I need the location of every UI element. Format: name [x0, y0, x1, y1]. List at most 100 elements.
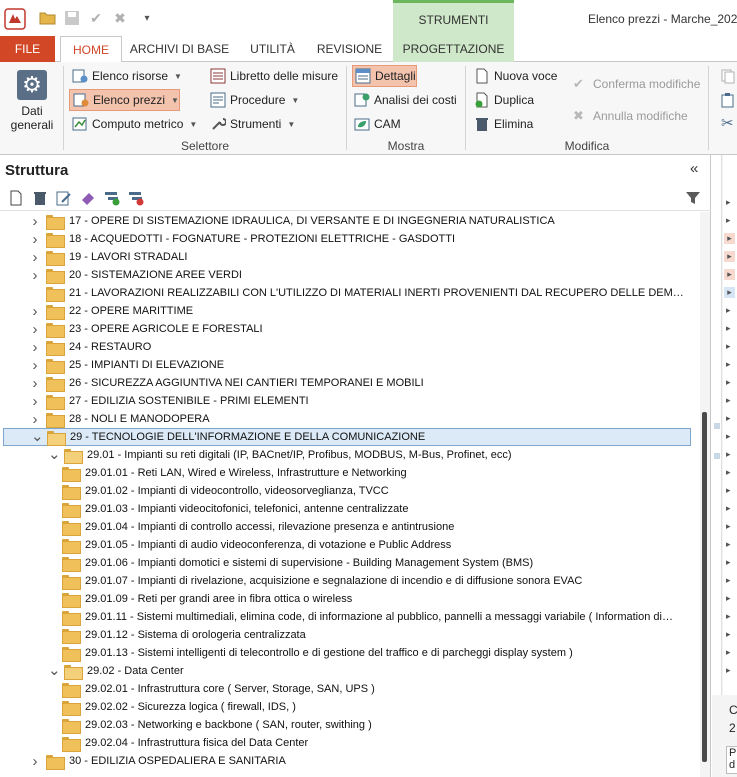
row-arrow-icon[interactable]: ▸: [726, 467, 731, 478]
chevron-right-icon[interactable]: ›: [30, 411, 40, 428]
row-arrow-icon[interactable]: ▸: [724, 269, 735, 280]
right-pane-scroll[interactable]: [712, 155, 722, 695]
scrollbar-thumb[interactable]: [702, 412, 707, 762]
tab-home[interactable]: HOME: [60, 36, 122, 63]
cam-button[interactable]: CAM: [354, 113, 401, 135]
tab-revisione[interactable]: REVISIONE: [312, 36, 387, 62]
tree-row[interactable]: 29.01.11 - Sistemi multimediali, elimina…: [62, 608, 673, 626]
row-arrow-icon[interactable]: ▸: [726, 593, 731, 604]
procedure-button[interactable]: Procedure ▼: [210, 89, 299, 111]
chevron-down-icon[interactable]: ⌄: [48, 447, 61, 462]
confirm-check-icon[interactable]: ✔: [87, 9, 105, 27]
analisi-costi-button[interactable]: Analisi dei costi: [354, 89, 457, 111]
row-arrow-icon[interactable]: ▸: [726, 503, 731, 514]
row-arrow-icon[interactable]: ▸: [726, 395, 731, 406]
row-arrow-icon[interactable]: ▸: [726, 377, 731, 388]
tree-row[interactable]: › 28 - NOLI E MANODOPERA: [30, 410, 210, 428]
customize-quick-access-icon[interactable]: ▾: [138, 9, 156, 27]
tree-row[interactable]: › 18 - ACQUEDOTTI - FOGNATURE - PROTEZION…: [30, 230, 455, 248]
tree-row[interactable]: › 25 - IMPIANTI DI ELEVAZIONE: [30, 356, 224, 374]
edit-document-icon[interactable]: [56, 190, 72, 206]
collapse-panel-button[interactable]: «: [690, 160, 698, 177]
save-icon[interactable]: [63, 9, 81, 27]
trash-icon[interactable]: [32, 190, 48, 206]
cancel-x-icon[interactable]: ✖: [111, 9, 129, 27]
tree-row[interactable]: › 20 - SISTEMAZIONE AREE VERDI: [30, 266, 242, 284]
tree-row[interactable]: › 19 - LAVORI STRADALI: [30, 248, 187, 266]
chevron-right-icon[interactable]: ›: [30, 231, 40, 248]
chevron-right-icon[interactable]: ›: [30, 393, 40, 410]
chevron-right-icon[interactable]: ›: [30, 753, 40, 770]
annulla-modifiche-button[interactable]: ✖ Annulla modifiche: [573, 105, 688, 127]
row-arrow-icon[interactable]: ▸: [726, 539, 731, 550]
tree-row[interactable]: 29.01.05 - Impianti di audio videoconfer…: [62, 536, 451, 554]
tree-row[interactable]: 29.01.13 - Sistemi intelligenti di telec…: [62, 644, 573, 662]
right-text-box[interactable]: P d: [726, 746, 737, 774]
duplica-button[interactable]: Duplica: [474, 89, 534, 111]
row-arrow-icon[interactable]: ▸: [726, 305, 731, 316]
elenco-risorse-button[interactable]: Elenco risorse ▼: [72, 65, 182, 87]
row-arrow-icon[interactable]: ▸: [726, 449, 731, 460]
chevron-right-icon[interactable]: ›: [30, 375, 40, 392]
row-arrow-icon[interactable]: ▸: [724, 251, 735, 262]
conferma-modifiche-button[interactable]: ✔ Conferma modifiche: [573, 73, 700, 95]
tree-row[interactable]: › 23 - OPERE AGRICOLE E FORESTALI: [30, 320, 263, 338]
chevron-right-icon[interactable]: ›: [30, 339, 40, 356]
row-arrow-icon[interactable]: ▸: [724, 233, 735, 244]
tree-row[interactable]: › 17 - OPERE DI SISTEMAZIONE IDRAULICA, D…: [30, 212, 555, 230]
row-arrow-icon[interactable]: ▸: [726, 197, 731, 208]
eraser-icon[interactable]: [80, 190, 96, 206]
cut-scissors-icon[interactable]: ✂: [721, 114, 734, 132]
chevron-down-icon[interactable]: ⌄: [48, 663, 61, 678]
row-arrow-icon[interactable]: ▸: [726, 521, 731, 532]
row-arrow-icon[interactable]: ▸: [726, 665, 731, 676]
chevron-right-icon[interactable]: ›: [30, 357, 40, 374]
row-arrow-icon[interactable]: ▸: [726, 557, 731, 568]
tree-row[interactable]: › 27 - EDILIZIA SOSTENIBILE - PRIMI ELEME…: [30, 392, 309, 410]
row-arrow-icon[interactable]: ▸: [726, 611, 731, 622]
row-arrow-icon[interactable]: ▸: [726, 341, 731, 352]
tree-row[interactable]: 29.02.01 - Infrastruttura core ( Server,…: [62, 680, 375, 698]
tree-scrollbar[interactable]: [700, 212, 710, 777]
tree-row[interactable]: › 30 - EDILIZIA OSPEDALIERA E SANITARIA: [30, 752, 286, 770]
tree-row-selected[interactable]: ⌄ 29 - TECNOLOGIE DELL'INFORMAZIONE E DEL…: [3, 428, 691, 446]
tab-progettazione[interactable]: PROGETTAZIONE: [393, 36, 514, 62]
filter-icon[interactable]: [685, 190, 701, 206]
tab-utilita[interactable]: UTILITÀ: [240, 36, 305, 62]
collapse-all-icon[interactable]: [128, 190, 144, 206]
dati-generali-button[interactable]: Dati generali: [10, 68, 54, 138]
chevron-down-icon[interactable]: ⌄: [31, 429, 44, 444]
elenco-prezzi-button[interactable]: Elenco prezzi ▼: [69, 89, 180, 111]
dettagli-button[interactable]: Dettagli: [352, 65, 417, 87]
row-arrow-icon[interactable]: ▸: [726, 485, 731, 496]
copy-icon[interactable]: [720, 68, 736, 84]
tree-row[interactable]: 29.01.02 - Impianti di videocontrollo, v…: [62, 482, 389, 500]
chevron-right-icon[interactable]: ›: [30, 213, 40, 230]
row-arrow-icon[interactable]: ▸: [726, 431, 731, 442]
elimina-button[interactable]: Elimina: [474, 113, 533, 135]
row-arrow-icon[interactable]: ▸: [726, 647, 731, 658]
tree-row[interactable]: 29.02.04 - Infrastruttura fisica del Dat…: [62, 734, 308, 752]
row-arrow-icon[interactable]: ▸: [726, 575, 731, 586]
row-arrow-icon[interactable]: ▸: [726, 359, 731, 370]
tree-row[interactable]: ⌄ 29.02 - Data Center: [48, 662, 184, 680]
chevron-right-icon[interactable]: ›: [30, 249, 40, 266]
tree-row[interactable]: › 22 - OPERE MARITTIME: [30, 302, 193, 320]
tree-row[interactable]: 29.01.04 - Impianti di controllo accessi…: [62, 518, 454, 536]
expand-all-icon[interactable]: [104, 190, 120, 206]
tree-row[interactable]: 29.01.06 - Impianti domotici e sistemi d…: [62, 554, 533, 572]
paste-icon[interactable]: [720, 92, 736, 108]
chevron-right-icon[interactable]: ›: [30, 321, 40, 338]
tree-row[interactable]: 21 - LAVORAZIONI REALIZZABILI CON L'UTIL…: [30, 284, 689, 302]
nuova-voce-button[interactable]: Nuova voce: [474, 65, 557, 87]
row-arrow-icon[interactable]: ▸: [726, 413, 731, 424]
tree-row[interactable]: 29.01.01 - Reti LAN, Wired e Wireless, I…: [62, 464, 407, 482]
row-arrow-icon[interactable]: ▸: [726, 215, 731, 226]
tab-archivi-di-base[interactable]: ARCHIVI DI BASE: [127, 36, 232, 62]
tree-row[interactable]: 29.01.12 - Sistema di orologeria central…: [62, 626, 306, 644]
tab-file[interactable]: FILE: [0, 36, 55, 62]
tree-row[interactable]: 29.01.07 - Impianti di rivelazione, acqu…: [62, 572, 582, 590]
chevron-right-icon[interactable]: ›: [30, 267, 40, 284]
tree-row[interactable]: 29.01.03 - Impianti videocitofonici, tel…: [62, 500, 408, 518]
chevron-right-icon[interactable]: ›: [30, 303, 40, 320]
